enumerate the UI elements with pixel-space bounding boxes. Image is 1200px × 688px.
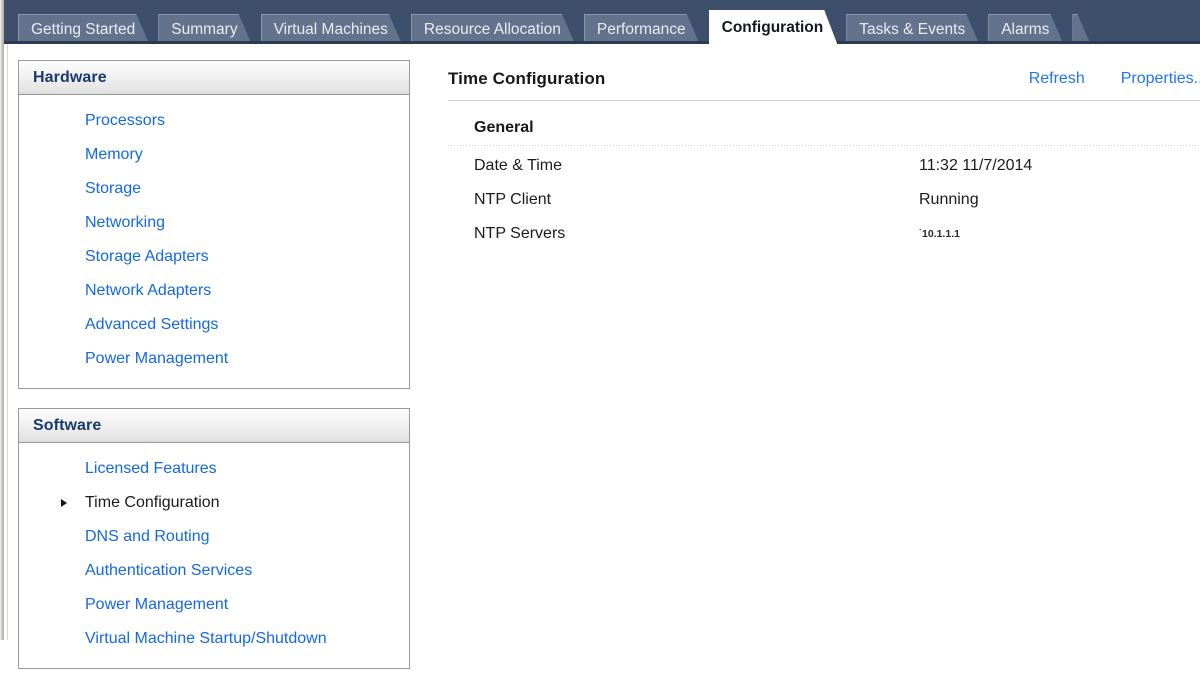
- sidebar-item-label: Time Configuration: [85, 494, 220, 511]
- sidebar-item-authentication-services[interactable]: Authentication Services: [19, 554, 409, 588]
- sidebar-item-label: Memory: [85, 146, 143, 163]
- property-value-text: 10.1.1.1: [922, 228, 960, 240]
- window-border-left-inner: [4, 44, 8, 640]
- header-divider: [448, 100, 1200, 101]
- window-border-left: [0, 0, 4, 640]
- tab-getting-started[interactable]: Getting Started: [18, 14, 149, 44]
- selection-triangle-icon: [61, 499, 67, 507]
- refresh-link[interactable]: Refresh: [1029, 70, 1085, 88]
- sidebar-item-label: Processors: [85, 112, 166, 129]
- sidebar-item-label: Power Management: [85, 596, 229, 613]
- tab-strip: Getting Started Summary Virtual Machines Re…: [4, 0, 1200, 44]
- sidebar-item-storage[interactable]: Storage: [19, 172, 409, 206]
- sidebar-item-networking[interactable]: Networking: [19, 206, 409, 240]
- tab-tasks-events[interactable]: Tasks & Events: [846, 14, 979, 44]
- section-divider: [448, 145, 1200, 146]
- sidebar-item-power-management[interactable]: Power Management: [19, 588, 409, 622]
- tab-label: Getting Started: [31, 20, 136, 38]
- tab-virtual-machines[interactable]: Virtual Machines: [261, 14, 402, 44]
- vsphere-client-window: Getting Started Summary Virtual Machines Re…: [0, 0, 1200, 669]
- tab-label: Configuration: [721, 18, 824, 36]
- property-list: Date & Time 11:32 11/7/2014 NTP Client Runn…: [474, 157, 1200, 259]
- general-section: General Date & Time 11:32 11/7/2014 NTP Cl…: [448, 119, 1200, 259]
- sidebar-item-advanced-settings[interactable]: Advanced Settings: [19, 308, 409, 342]
- tab-label: Tasks & Events: [859, 20, 966, 38]
- tab-label: Alarms: [1001, 20, 1050, 38]
- sidebar-item-time-configuration[interactable]: Time Configuration: [19, 486, 409, 520]
- main-pane: Time Configuration Refresh Properties... …: [448, 60, 1200, 259]
- sidebar-item-processors[interactable]: Processors: [19, 104, 409, 138]
- tab-performance[interactable]: Performance: [584, 14, 700, 44]
- tab-label: Resource Allocation: [423, 20, 561, 38]
- panel-header: Software: [19, 409, 409, 443]
- tab-list: Getting Started Summary Virtual Machines Re…: [18, 8, 1099, 44]
- tab-label: Virtual Machines: [273, 20, 388, 38]
- tab-summary[interactable]: Summary: [158, 14, 251, 44]
- sidebar-item-label: Power Management: [85, 350, 229, 367]
- property-label: NTP Client: [474, 191, 552, 208]
- content-area: Hardware Processors Memory Storage Networkin…: [7, 44, 1200, 669]
- property-value: Running: [919, 191, 979, 208]
- tab-overflow[interactable]: [1072, 14, 1090, 44]
- property-row: NTP Servers `10.1.1.1: [474, 225, 1200, 259]
- property-row: Date & Time 11:32 11/7/2014: [474, 157, 1200, 191]
- tab-label: Performance: [596, 20, 686, 38]
- main-action-links: Refresh Properties...: [1029, 60, 1200, 98]
- sidebar-item-label: Virtual Machine Startup/Shutdown: [85, 630, 327, 647]
- sidebar-item-power-management[interactable]: Power Management: [19, 342, 409, 376]
- property-label: Date & Time: [474, 157, 563, 174]
- section-title: General: [474, 119, 534, 136]
- sidebar-item-network-adapters[interactable]: Network Adapters: [19, 274, 409, 308]
- sidebar-item-label: Networking: [85, 214, 166, 231]
- panel-hardware: Hardware Processors Memory Storage Networkin…: [18, 60, 410, 389]
- panel-header: Hardware: [19, 61, 409, 95]
- page-title: Time Configuration: [448, 69, 606, 88]
- property-value: 11:32 11/7/2014: [919, 157, 1033, 174]
- panel-body: Licensed Features Time Configuration DNS a…: [19, 443, 409, 668]
- panel-body: Processors Memory Storage Networking Storage…: [19, 95, 409, 388]
- properties-link[interactable]: Properties...: [1121, 70, 1200, 88]
- sidebar-item-licensed-features[interactable]: Licensed Features: [19, 452, 409, 486]
- tab-resource-allocation[interactable]: Resource Allocation: [411, 14, 575, 44]
- sidebar-item-storage-adapters[interactable]: Storage Adapters: [19, 240, 409, 274]
- tab-configuration[interactable]: Configuration: [709, 10, 838, 44]
- sidebar-item-label: Advanced Settings: [85, 316, 219, 333]
- panel-software: Software Licensed Features Time Configurat…: [18, 408, 410, 669]
- sidebar: Hardware Processors Memory Storage Networkin…: [18, 60, 410, 688]
- sidebar-item-dns-and-routing[interactable]: DNS and Routing: [19, 520, 409, 554]
- tab-label: Summary: [171, 20, 238, 38]
- tab-alarms[interactable]: Alarms: [988, 14, 1063, 44]
- sidebar-item-virtual-machine-startup-shutdown[interactable]: Virtual Machine Startup/Shutdown: [19, 622, 409, 656]
- sidebar-item-label: Licensed Features: [85, 460, 217, 477]
- property-label: NTP Servers: [474, 225, 566, 242]
- sidebar-item-label: Network Adapters: [85, 282, 212, 299]
- main-header: Time Configuration Refresh Properties...: [448, 60, 1200, 98]
- sidebar-item-label: Storage Adapters: [85, 248, 209, 265]
- property-value: `10.1.1.1: [919, 228, 960, 240]
- sidebar-item-memory[interactable]: Memory: [19, 138, 409, 172]
- sidebar-item-label: DNS and Routing: [85, 528, 210, 545]
- sidebar-item-label: Storage: [85, 180, 142, 197]
- property-row: NTP Client Running: [474, 191, 1200, 225]
- sidebar-item-label: Authentication Services: [85, 562, 253, 579]
